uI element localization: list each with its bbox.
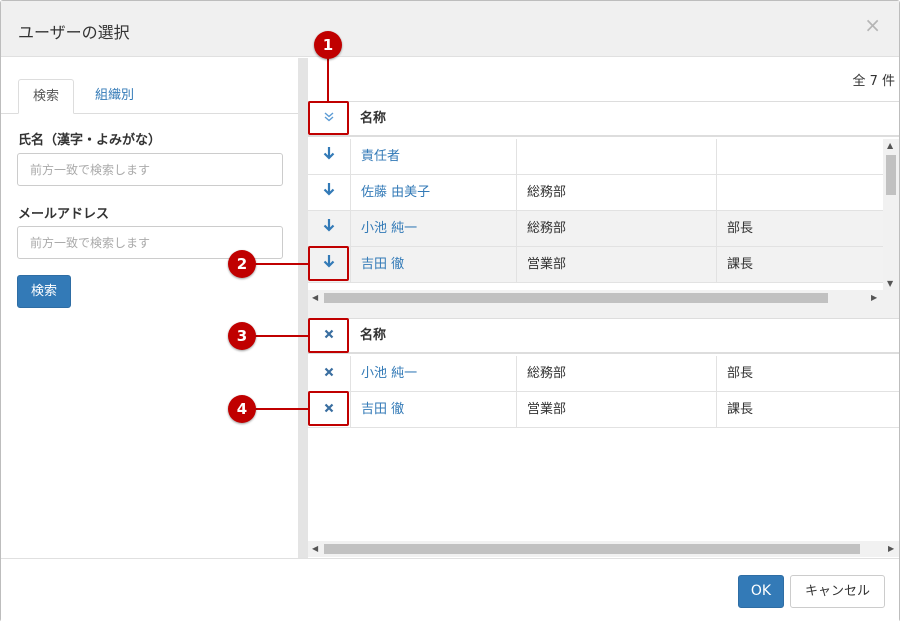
close-icon[interactable]: × xyxy=(864,13,881,37)
user-dept: 総務部 xyxy=(516,356,716,392)
highlight-box-4 xyxy=(308,391,349,426)
arrow-down-icon xyxy=(323,147,335,160)
callout-line-3 xyxy=(254,335,308,337)
tab-organization[interactable]: 組織別 xyxy=(81,79,148,114)
results-panel: 全 7 件 名称 責任者 佐藤 由美子 総務部 小池 純一 総務部 部長 吉田 … xyxy=(308,58,899,558)
panel-splitter[interactable] xyxy=(298,58,308,558)
result-count: 全 7 件 xyxy=(852,74,895,89)
search-tabs: 検索 組織別 xyxy=(1,73,298,114)
user-name-link[interactable]: 責任者 xyxy=(350,139,516,175)
dialog-title: ユーザーの選択 xyxy=(18,23,130,42)
highlight-box-3 xyxy=(308,318,349,353)
callout-line-4 xyxy=(254,408,308,410)
user-title: 課長 xyxy=(716,392,899,428)
highlight-box-1 xyxy=(308,101,349,135)
callout-1: 1 xyxy=(314,31,342,59)
selected-header-name: 名称 xyxy=(360,328,387,343)
table-row[interactable]: 小池 純一 総務部 部長 xyxy=(308,211,883,247)
search-panel: 検索 組織別 氏名（漢字・よみがな） メールアドレス 検索 xyxy=(1,58,298,558)
tab-search[interactable]: 検索 xyxy=(18,79,75,114)
arrow-down-icon xyxy=(323,219,335,232)
user-select-dialog: ユーザーの選択 × 検索 組織別 氏名（漢字・よみがな） メールアドレス 検索 … xyxy=(0,0,900,622)
user-dept: 営業部 xyxy=(516,392,716,428)
email-label: メールアドレス xyxy=(18,207,110,222)
callout-line-2 xyxy=(254,263,308,265)
selected-horizontal-scrollbar[interactable]: ◀ ▶ xyxy=(308,541,899,557)
arrow-down-icon xyxy=(323,183,335,196)
dialog-titlebar: ユーザーの選択 × xyxy=(1,1,899,57)
add-user-button[interactable] xyxy=(308,175,350,211)
callout-3: 3 xyxy=(228,322,256,350)
scroll-right-icon[interactable]: ▶ xyxy=(871,293,877,302)
scroll-left-icon[interactable]: ◀ xyxy=(312,544,318,553)
add-user-button[interactable] xyxy=(308,139,350,175)
user-dept: 営業部 xyxy=(516,247,716,283)
user-title: 部長 xyxy=(716,211,883,247)
scrollbar-thumb[interactable] xyxy=(324,544,860,554)
selected-header: 名称 xyxy=(308,318,899,354)
selected-grid: 小池 純一 総務部 部長 吉田 徹 営業部 課長 xyxy=(308,356,899,430)
ok-button[interactable]: OK xyxy=(738,575,784,608)
results-header: 名称 xyxy=(308,101,899,137)
scroll-up-icon[interactable]: ▲ xyxy=(887,141,893,150)
callout-line-1 xyxy=(327,58,329,101)
callout-4: 4 xyxy=(228,395,256,423)
dialog-footer: OK キャンセル xyxy=(1,558,899,622)
add-user-button[interactable] xyxy=(308,211,350,247)
callout-2: 2 xyxy=(228,250,256,278)
table-row[interactable]: 小池 純一 総務部 部長 xyxy=(308,356,899,392)
scroll-down-icon[interactable]: ▼ xyxy=(887,279,893,288)
user-title: 課長 xyxy=(716,247,883,283)
close-icon xyxy=(324,367,334,377)
results-header-name: 名称 xyxy=(360,111,387,126)
user-title xyxy=(716,175,883,211)
user-name-link[interactable]: 佐藤 由美子 xyxy=(350,175,516,211)
user-dept xyxy=(516,139,716,175)
scrollbar-thumb[interactable] xyxy=(886,155,896,195)
user-name-link[interactable]: 吉田 徹 xyxy=(350,247,516,283)
cancel-button[interactable]: キャンセル xyxy=(790,575,885,608)
table-row[interactable]: 責任者 xyxy=(308,139,883,175)
table-row[interactable]: 吉田 徹 営業部 課長 xyxy=(308,247,883,283)
scrollbar-thumb[interactable] xyxy=(324,293,828,303)
name-label: 氏名（漢字・よみがな） xyxy=(18,133,162,148)
scroll-left-icon[interactable]: ◀ xyxy=(312,293,318,302)
scroll-right-icon[interactable]: ▶ xyxy=(888,544,894,553)
user-name-link[interactable]: 小池 純一 xyxy=(350,211,516,247)
grid-separator xyxy=(308,306,899,318)
user-title: 部長 xyxy=(716,356,899,392)
name-input[interactable] xyxy=(17,153,283,186)
user-name-link[interactable]: 吉田 徹 xyxy=(350,392,516,428)
search-button[interactable]: 検索 xyxy=(17,275,71,308)
table-row[interactable]: 吉田 徹 営業部 課長 xyxy=(308,392,899,428)
user-dept: 総務部 xyxy=(516,211,716,247)
user-dept: 総務部 xyxy=(516,175,716,211)
table-row[interactable]: 佐藤 由美子 総務部 xyxy=(308,175,883,211)
user-title xyxy=(716,139,883,175)
remove-user-button[interactable] xyxy=(308,356,350,392)
highlight-box-2 xyxy=(308,246,349,281)
results-grid: 責任者 佐藤 由美子 総務部 小池 純一 総務部 部長 吉田 徹 営業部 課長 xyxy=(308,139,883,284)
user-name-link[interactable]: 小池 純一 xyxy=(350,356,516,392)
results-horizontal-scrollbar[interactable]: ◀ ▶ xyxy=(308,290,899,306)
results-vertical-scrollbar[interactable]: ▲ ▼ xyxy=(883,139,899,290)
